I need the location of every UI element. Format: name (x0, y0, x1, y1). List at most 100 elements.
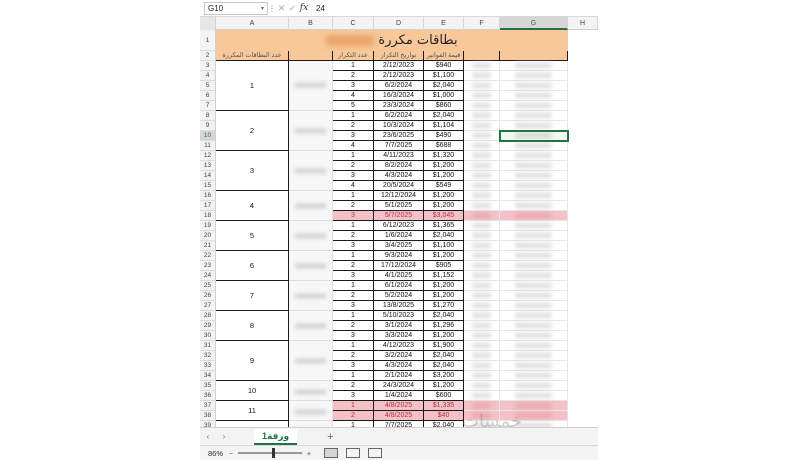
repeat-date-cell[interactable]: 5/1/2025 (374, 201, 424, 211)
invoice-amount-cell[interactable]: $1,200 (424, 251, 464, 261)
zoom-in-button[interactable]: + (304, 449, 314, 458)
repeat-count-cell[interactable]: 2 (333, 161, 374, 171)
redacted-cell[interactable] (464, 91, 500, 101)
row-header[interactable]: 30 (200, 331, 216, 341)
invoice-amount-cell[interactable]: $2,040 (424, 111, 464, 121)
header-repeat-count[interactable]: عدد التكرار (333, 51, 374, 61)
repeat-date-cell[interactable]: 4/3/2024 (374, 171, 424, 181)
redacted-name-cell[interactable] (289, 381, 333, 401)
invoice-amount-cell[interactable]: $600 (424, 391, 464, 401)
redacted-cell[interactable] (500, 111, 568, 121)
repeat-date-cell[interactable]: 20/5/2024 (374, 181, 424, 191)
invoice-amount-cell[interactable]: $2,040 (424, 231, 464, 241)
title-band[interactable]: بطاقات مكررة (216, 30, 568, 51)
invoice-amount-cell[interactable]: $1,200 (424, 161, 464, 171)
redacted-name-cell[interactable] (289, 221, 333, 251)
redacted-cell[interactable] (500, 201, 568, 211)
redacted-cell[interactable] (464, 341, 500, 351)
group-number-cell[interactable]: 1 (216, 61, 289, 111)
repeat-count-cell[interactable]: 1 (333, 61, 374, 71)
repeat-date-cell[interactable]: 23/3/2024 (374, 101, 424, 111)
repeat-count-cell[interactable]: 3 (333, 301, 374, 311)
repeat-date-cell[interactable]: 6/2/2024 (374, 81, 424, 91)
redacted-cell[interactable] (464, 311, 500, 321)
cancel-icon[interactable]: ✕ (276, 3, 287, 14)
row-header[interactable]: 31 (200, 341, 216, 351)
row-header[interactable]: 28 (200, 311, 216, 321)
redacted-cell[interactable] (500, 221, 568, 231)
invoice-amount-cell[interactable]: $1,335 (424, 401, 464, 411)
row-header[interactable]: 1 (200, 30, 216, 51)
prev-sheet-icon[interactable]: ‹ (200, 432, 216, 441)
row-header[interactable]: 3 (200, 61, 216, 71)
group-number-cell[interactable]: 9 (216, 341, 289, 381)
invoice-amount-cell[interactable]: $1,200 (424, 381, 464, 391)
row-header[interactable]: 6 (200, 91, 216, 101)
repeat-date-cell[interactable]: 6/12/2023 (374, 221, 424, 231)
redacted-cell[interactable] (500, 71, 568, 81)
repeat-count-cell[interactable]: 3 (333, 271, 374, 281)
repeat-date-cell[interactable]: 4/8/2025 (374, 401, 424, 411)
repeat-date-cell[interactable]: 6/2/2024 (374, 111, 424, 121)
confirm-icon[interactable]: ✓ (287, 3, 298, 14)
repeat-date-cell[interactable]: 4/1/2025 (374, 271, 424, 281)
select-all-button[interactable] (200, 17, 216, 30)
redacted-cell[interactable] (500, 341, 568, 351)
header-redacted[interactable] (464, 51, 500, 61)
sheet-tab-1[interactable]: ورقة1 (254, 428, 298, 445)
redacted-cell[interactable] (464, 331, 500, 341)
redacted-cell[interactable] (464, 141, 500, 151)
redacted-cell[interactable] (500, 61, 568, 71)
redacted-cell[interactable] (500, 281, 568, 291)
row-header[interactable]: 26 (200, 291, 216, 301)
row-header[interactable]: 4 (200, 71, 216, 81)
repeat-count-cell[interactable]: 1 (333, 341, 374, 351)
invoice-amount-cell[interactable]: $1,100 (424, 241, 464, 251)
column-header-h[interactable]: H (568, 17, 598, 30)
repeat-date-cell[interactable]: 4/8/2025 (374, 411, 424, 421)
redacted-cell[interactable] (500, 381, 568, 391)
repeat-date-cell[interactable]: 17/12/2024 (374, 261, 424, 271)
redacted-name-cell[interactable] (289, 311, 333, 341)
group-number-cell[interactable]: 3 (216, 151, 289, 191)
row-header[interactable]: 18 (200, 211, 216, 221)
group-number-cell[interactable]: 7 (216, 281, 289, 311)
redacted-cell[interactable] (500, 191, 568, 201)
group-number-cell[interactable]: 6 (216, 251, 289, 281)
invoice-amount-cell[interactable]: $3,045 (424, 211, 464, 221)
repeat-count-cell[interactable]: 2 (333, 321, 374, 331)
repeat-count-cell[interactable]: 2 (333, 411, 374, 421)
redacted-cell[interactable] (500, 181, 568, 191)
repeat-count-cell[interactable]: 1 (333, 371, 374, 381)
redacted-cell[interactable] (464, 211, 500, 221)
redacted-cell[interactable] (464, 271, 500, 281)
redacted-cell[interactable] (500, 361, 568, 371)
redacted-name-cell[interactable] (289, 401, 333, 421)
repeat-date-cell[interactable]: 5/7/2025 (374, 211, 424, 221)
repeat-date-cell[interactable]: 9/3/2024 (374, 251, 424, 261)
redacted-cell[interactable] (500, 231, 568, 241)
group-number-cell[interactable]: 10 (216, 381, 289, 401)
redacted-cell[interactable] (464, 81, 500, 91)
invoice-amount-cell[interactable]: $2,040 (424, 311, 464, 321)
invoice-amount-cell[interactable]: $40 (424, 411, 464, 421)
repeat-count-cell[interactable]: 1 (333, 221, 374, 231)
sheet-grid[interactable]: بطاقات مكررة 1 2 3 4 5 6 7 8 9 10 11 12 13 14 15 16 17 18… (200, 30, 598, 427)
row-header[interactable]: 21 (200, 241, 216, 251)
column-header-e[interactable]: E (424, 17, 464, 30)
redacted-cell[interactable] (500, 81, 568, 91)
repeat-date-cell[interactable]: 7/7/2025 (374, 141, 424, 151)
zoom-percentage[interactable]: 86% (208, 449, 226, 458)
row-header[interactable]: 34 (200, 371, 216, 381)
invoice-amount-cell[interactable]: $1,900 (424, 341, 464, 351)
invoice-amount-cell[interactable]: $1,152 (424, 271, 464, 281)
repeat-date-cell[interactable]: 3/4/2025 (374, 241, 424, 251)
repeat-count-cell[interactable]: 2 (333, 121, 374, 131)
zoom-slider[interactable] (238, 448, 302, 458)
repeat-count-cell[interactable]: 3 (333, 241, 374, 251)
repeat-count-cell[interactable]: 4 (333, 141, 374, 151)
repeat-count-cell[interactable]: 2 (333, 201, 374, 211)
redacted-cell[interactable] (464, 231, 500, 241)
repeat-count-cell[interactable]: 2 (333, 351, 374, 361)
zoom-slider-thumb[interactable] (271, 448, 275, 458)
